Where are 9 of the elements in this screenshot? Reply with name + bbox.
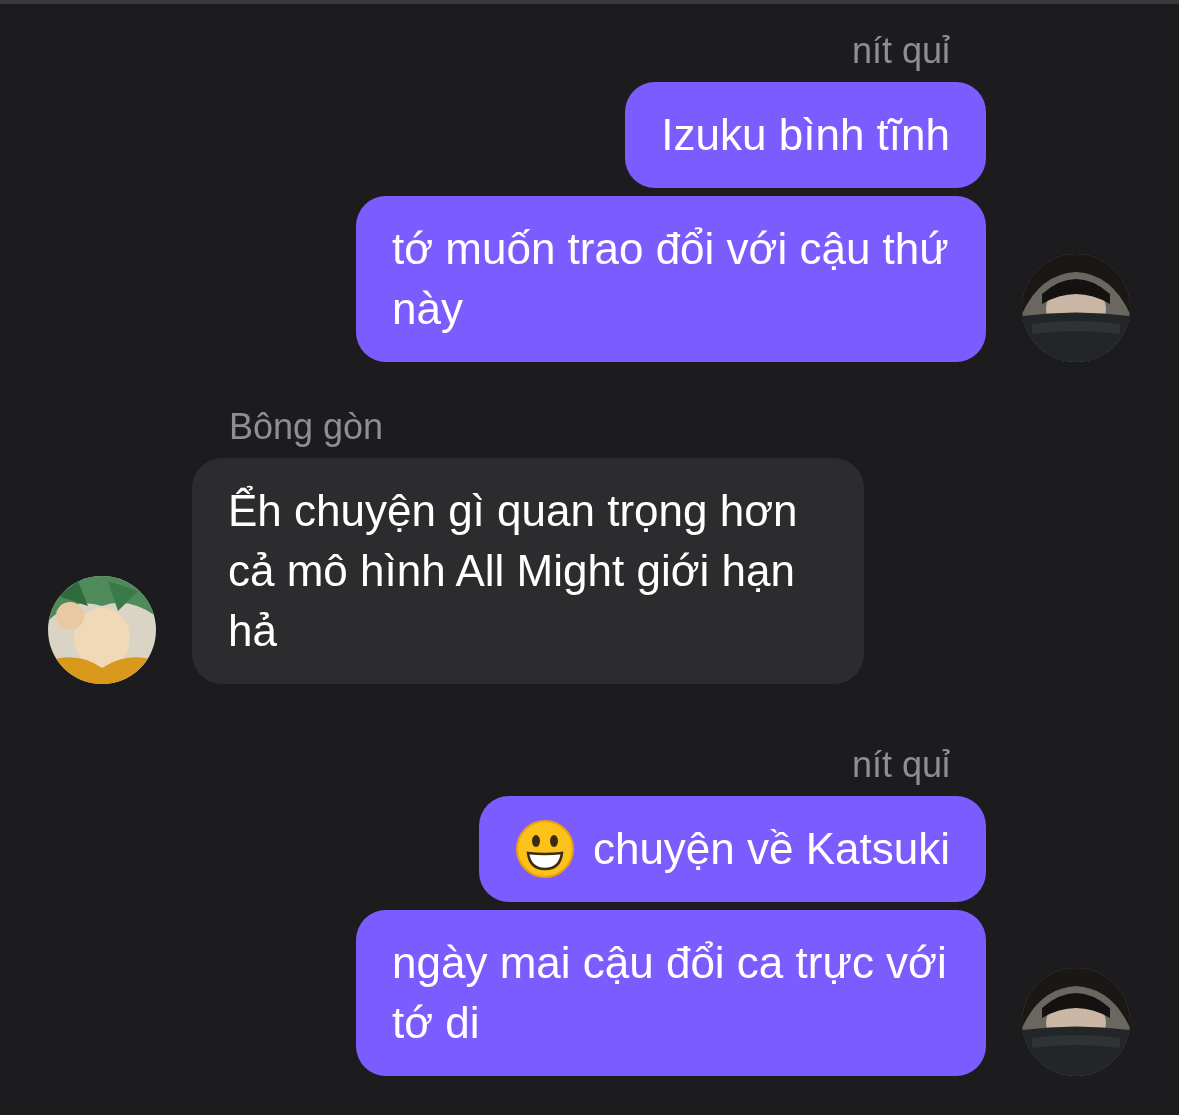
message-text: chuyện về Katsuki	[592, 823, 950, 875]
message-text: tớ muốn trao đổi với cậu thứ này	[392, 223, 950, 335]
grinning-face-icon	[514, 819, 575, 879]
message-text: Ểh chuyện gì quan trọng hơn cả mô hình All Might giới hạn hả	[228, 484, 799, 657]
message-text: Izuku bình tĩnh	[661, 109, 950, 161]
sender-name: nít quỉ	[850, 30, 951, 73]
sender-name: Bông gòn	[228, 406, 385, 449]
message-text: ngày mai cậu đổi ca trực với tớ di	[392, 937, 948, 1049]
sender-name: nít quỉ	[850, 744, 951, 787]
